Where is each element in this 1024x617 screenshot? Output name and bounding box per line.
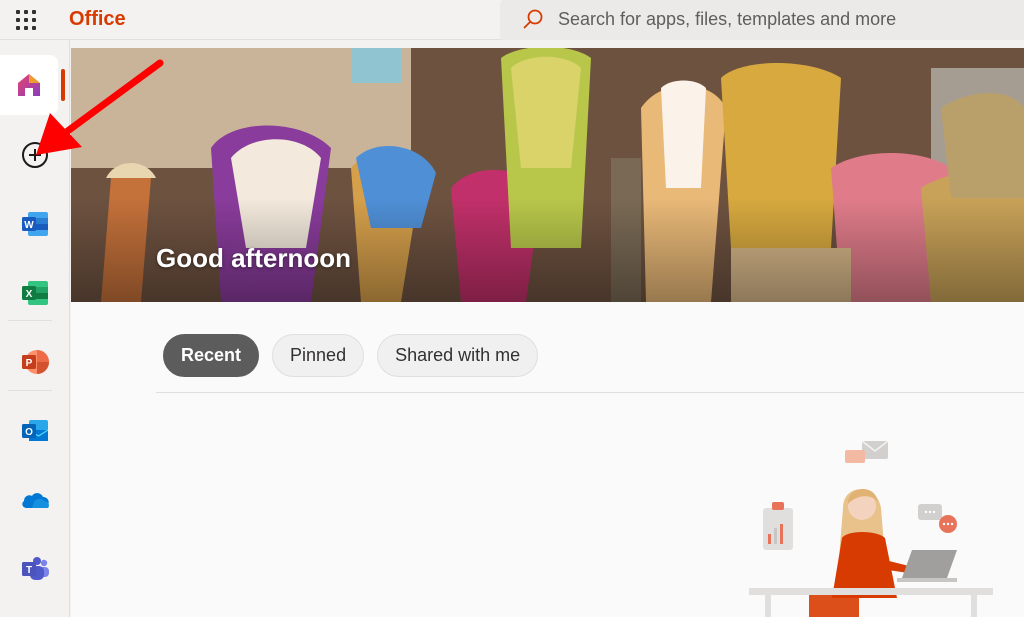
greeting-heading: Good afternoon	[156, 243, 351, 273]
top-header: Office Search for apps, files, templates…	[0, 0, 1024, 40]
tab-shared-with-me[interactable]: Shared with me	[377, 334, 539, 377]
word-icon: W	[22, 212, 48, 236]
rail-item-create[interactable]	[0, 125, 70, 185]
teams-icon: T	[22, 557, 49, 580]
tab-recent[interactable]: Recent	[163, 334, 260, 377]
powerpoint-icon: P	[22, 350, 49, 374]
app-title[interactable]: Office	[69, 8, 126, 31]
app-launcher-icon[interactable]	[14, 8, 38, 32]
svg-text:P: P	[26, 358, 33, 369]
rail-item-outlook[interactable]: O	[0, 401, 70, 461]
search-input[interactable]: Search for apps, files, templates and mo…	[558, 9, 896, 30]
tab-pinned[interactable]: Pinned	[272, 334, 365, 377]
home-icon	[18, 74, 40, 96]
search-box[interactable]: Search for apps, files, templates and mo…	[500, 0, 1024, 40]
rail-item-powerpoint[interactable]: P	[0, 332, 70, 392]
tabs-divider	[156, 392, 1024, 393]
greeting-banner: Good afternoon	[71, 48, 1024, 302]
rail-item-word[interactable]: W	[0, 194, 70, 254]
add-icon	[22, 142, 48, 168]
svg-text:W: W	[24, 220, 34, 231]
search-icon	[523, 9, 543, 29]
svg-text:T: T	[26, 565, 32, 576]
rail-item-onedrive[interactable]	[0, 470, 70, 530]
outlook-icon: O	[22, 420, 49, 441]
rail-item-teams[interactable]: T	[0, 539, 70, 599]
main-content: Good afternoon Recent Pinned Shared with…	[71, 48, 1024, 617]
left-app-rail: W X P O T	[0, 40, 70, 617]
active-indicator	[61, 69, 65, 101]
file-filter-tabs: Recent Pinned Shared with me	[163, 334, 539, 377]
excel-icon: X	[22, 281, 48, 305]
rail-item-home[interactable]	[0, 55, 58, 115]
empty-state-illustration	[749, 440, 993, 617]
svg-text:O: O	[25, 427, 33, 438]
svg-text:X: X	[26, 289, 33, 300]
onedrive-icon	[22, 493, 49, 508]
rail-divider	[8, 320, 52, 321]
rail-divider	[8, 390, 52, 391]
rail-item-excel[interactable]: X	[0, 263, 70, 323]
